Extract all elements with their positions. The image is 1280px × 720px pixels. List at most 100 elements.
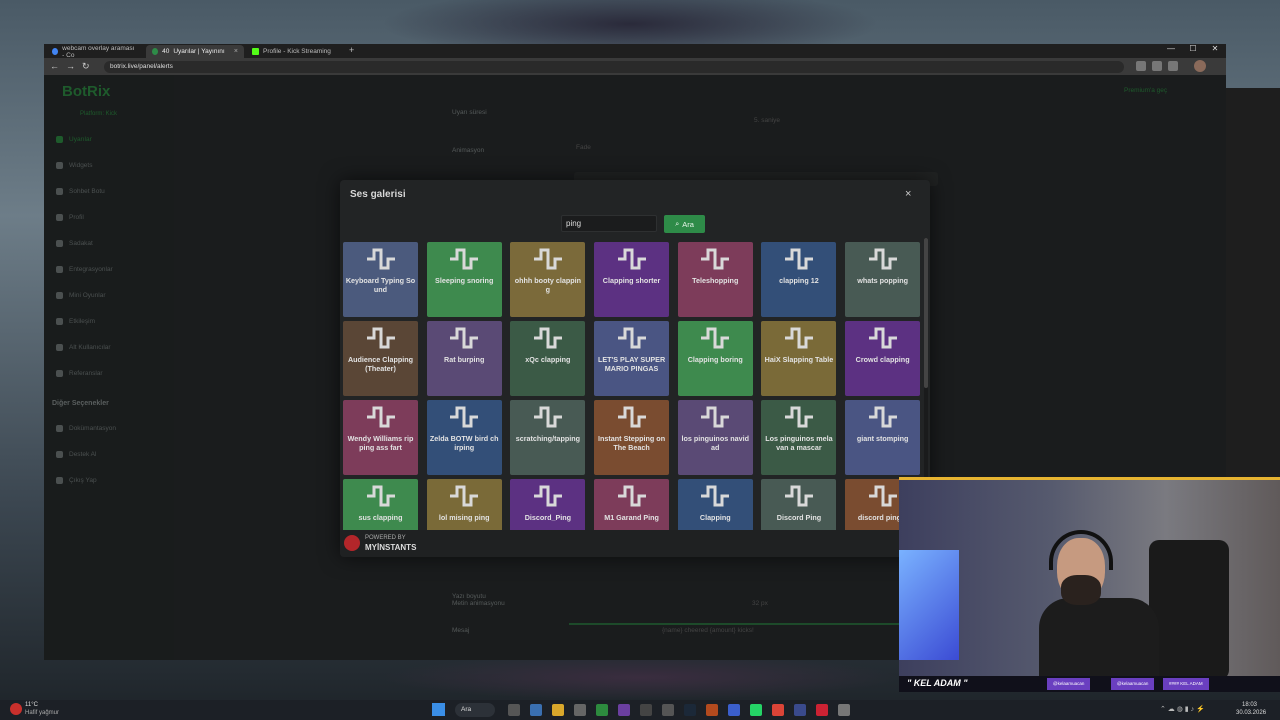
sound-tile[interactable]: giant stomping [845, 400, 921, 475]
extension-icon[interactable] [1136, 61, 1146, 71]
share-icon [56, 369, 63, 377]
steam-icon[interactable] [684, 704, 696, 716]
sound-tile-label: Los pinguinos mela van a mascar [765, 434, 833, 452]
task-view-icon[interactable] [508, 704, 520, 716]
sound-tile[interactable]: Keyboard Typing Sound [343, 242, 418, 317]
tab-kick-profile[interactable]: Profile - Kick Streaming [246, 45, 344, 58]
sound-tile[interactable]: Zelda BOTW bird chirping [426, 400, 502, 475]
store-icon[interactable] [574, 704, 586, 716]
message-value[interactable]: {name} cheered {amount} kicks! [662, 627, 754, 634]
sound-tile[interactable]: Los pinguinos mela van a mascar [761, 400, 837, 475]
tab-close-icon[interactable]: × [234, 48, 238, 55]
modal-footer: POWERED BY MYİNSTANTS [340, 530, 930, 557]
whatsapp-icon[interactable] [750, 704, 762, 716]
new-tab-button[interactable]: + [349, 45, 354, 55]
sound-tile[interactable]: Teleshopping [677, 242, 753, 317]
duration-value: 5. saniye [754, 117, 781, 124]
sidebar-item-referrals[interactable]: Referanslar [56, 366, 166, 380]
sound-tile[interactable]: sus clapping [343, 479, 418, 530]
taskbar-search[interactable]: Ara [455, 703, 495, 717]
maximize-button[interactable]: ☐ [1182, 44, 1204, 53]
sound-tile[interactable]: xQc clapping [510, 321, 586, 396]
app-icon[interactable] [794, 704, 806, 716]
sound-wave-icon [533, 485, 562, 507]
app-icon[interactable] [640, 704, 652, 716]
sound-tile[interactable]: scratching/tapping [510, 400, 586, 475]
search-input[interactable] [561, 215, 657, 232]
sound-tile[interactable]: Clapping shorter [594, 242, 670, 317]
extensions-puzzle-icon[interactable] [1152, 61, 1162, 71]
sound-tile[interactable]: Sleeping snoring [426, 242, 502, 317]
clock-date[interactable]: 30.03.2026 [1236, 710, 1266, 716]
minimize-button[interactable]: — [1160, 44, 1182, 53]
sidebar-item-minigames[interactable]: Mini Oyunlar [56, 288, 166, 302]
sidebar-item-docs[interactable]: Dokümantasyon [56, 421, 166, 435]
sidebar-item-chatbot[interactable]: Sohbet Botu [56, 184, 166, 198]
sound-tile[interactable]: Clapping [677, 479, 753, 530]
sidebar-item-profile[interactable]: Profil [56, 210, 166, 224]
app-icon[interactable] [706, 704, 718, 716]
url-field[interactable]: botrix.live/panel/alerts [104, 61, 1124, 73]
sound-tile[interactable]: clapping 12 [761, 242, 837, 317]
settings-icon[interactable] [838, 704, 850, 716]
weather-icon[interactable] [10, 703, 22, 715]
provider-name[interactable]: MYİNSTANTS [365, 543, 416, 552]
chat-icon [56, 187, 63, 195]
profile-avatar[interactable] [1194, 60, 1206, 72]
brand-logo[interactable]: BotRix [62, 83, 110, 100]
tab-alerts[interactable]: 40 Uyarılar | Yayınını güçlen × [146, 45, 244, 58]
chrome-icon[interactable] [772, 704, 784, 716]
forward-icon[interactable]: → [66, 61, 75, 71]
sidebar-item-loyalty[interactable]: Sadakat [56, 236, 166, 250]
sound-tile[interactable]: Rat burping [426, 321, 502, 396]
close-window-button[interactable]: ✕ [1204, 44, 1226, 53]
sound-tile[interactable]: Discord_Ping [510, 479, 586, 530]
sidebar-item-alerts[interactable]: Uyarılar [56, 132, 166, 146]
sound-tile-label: Instant Stepping on The Beach [598, 434, 666, 452]
font-size-slider[interactable] [569, 623, 899, 625]
xbox-icon[interactable] [596, 704, 608, 716]
sound-wave-icon [617, 248, 646, 270]
background-window[interactable] [1226, 88, 1280, 478]
sound-wave-icon [784, 248, 813, 270]
app-icon[interactable] [728, 704, 740, 716]
sound-tile[interactable]: whats popping [845, 242, 921, 317]
sound-tile[interactable]: Wendy Williams ripping ass fart [343, 400, 418, 475]
premium-link[interactable]: Premium'a geç [1124, 87, 1167, 94]
reload-icon[interactable]: ↻ [82, 61, 90, 72]
search-button[interactable]: ⌕ Ara [664, 215, 705, 233]
sound-tile-label: sus clapping [358, 513, 403, 522]
sound-tile[interactable]: LET'S PLAY SUPER MARIO PINGAS [594, 321, 670, 396]
close-icon[interactable]: × [905, 188, 911, 200]
sidebar-item-subusers[interactable]: Alt Kullanıcılar [56, 340, 166, 354]
sound-tile[interactable]: Instant Stepping on The Beach [594, 400, 670, 475]
sound-tile[interactable]: Clapping boring [677, 321, 753, 396]
sound-tile[interactable]: Crowd clapping [845, 321, 921, 396]
clock-time[interactable]: 18:03 [1242, 702, 1257, 708]
scrollbar-thumb[interactable] [924, 238, 928, 388]
tab-webcam-search[interactable]: webcam overlay araması - Co [46, 45, 144, 59]
sound-tile[interactable]: los pinguinos navidad [677, 400, 753, 475]
sound-tile[interactable]: Audience Clapping (Theater) [343, 321, 418, 396]
app-icon[interactable] [662, 704, 674, 716]
app-icon[interactable] [816, 704, 828, 716]
sound-tile[interactable]: Discord Ping [761, 479, 837, 530]
music-icon [56, 317, 63, 325]
file-explorer-icon[interactable] [552, 704, 564, 716]
sound-tile[interactable]: HaiX Slapping Table [761, 321, 837, 396]
sidebar-item-integrations[interactable]: Entegrasyonlar [56, 262, 166, 276]
sound-tile[interactable]: ohhh booty clapping [510, 242, 586, 317]
download-icon[interactable] [1168, 61, 1178, 71]
sidebar-item-support[interactable]: Destek Al [56, 447, 166, 461]
windows-start-icon[interactable] [432, 703, 445, 716]
app-icon[interactable] [618, 704, 630, 716]
sound-tile[interactable]: M1 Garand Ping [594, 479, 670, 530]
taskbar: 11°C Hafif yağmur Ara ⌃ ☁ ◍ ▮ ♪ ⚡ 18:03 … [0, 700, 1280, 720]
back-icon[interactable]: ← [50, 61, 59, 71]
edge-icon[interactable] [530, 704, 542, 716]
system-tray[interactable]: ⌃ ☁ ◍ ▮ ♪ ⚡ [1160, 705, 1230, 715]
sound-tile[interactable]: lol mising ping [426, 479, 502, 530]
sidebar-item-widgets[interactable]: Widgets [56, 158, 166, 172]
sidebar-item-logout[interactable]: Çıkış Yap [56, 473, 166, 487]
sidebar-item-interaction[interactable]: Etkileşim [56, 314, 166, 328]
